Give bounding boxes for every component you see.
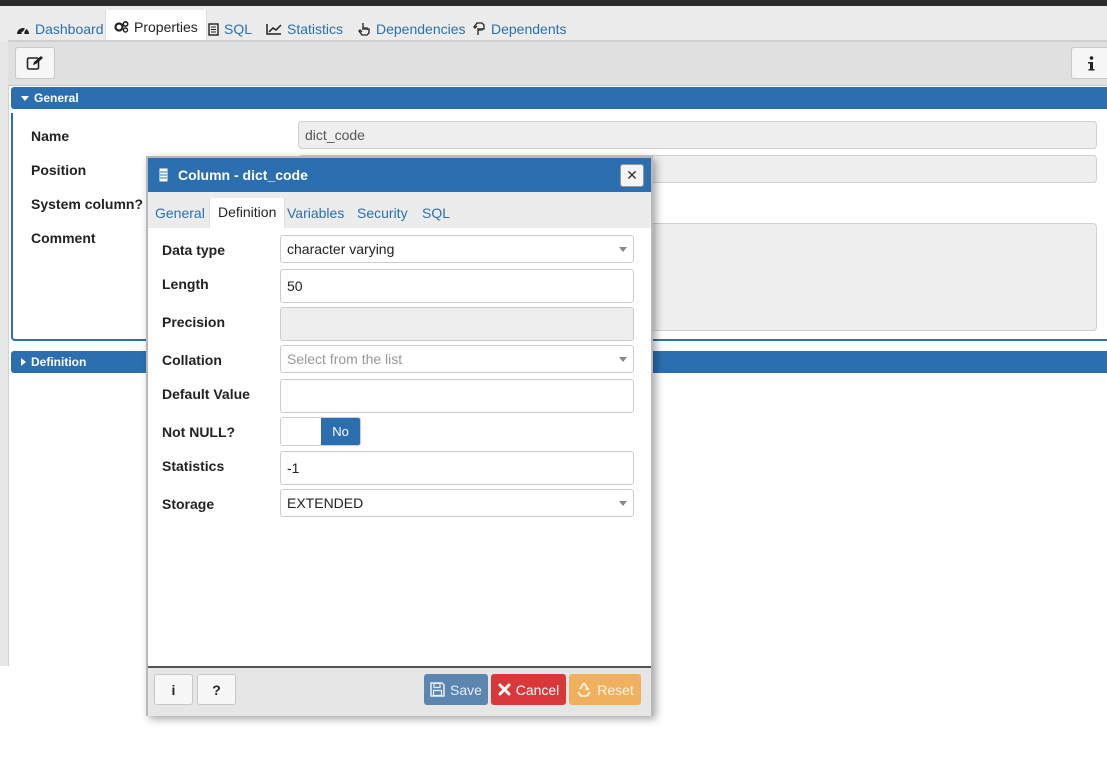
tab-label: Statistics (287, 21, 344, 37)
not-null-label: Not NULL? (162, 424, 236, 440)
column-dialog: Column - dict_code ✕ General Definition … (146, 156, 653, 716)
length-input[interactable]: 50 (280, 269, 634, 303)
hand-pointer-icon (473, 22, 485, 35)
cancel-label: Cancel (515, 681, 560, 698)
hand-pointer-icon (358, 23, 370, 36)
storage-select[interactable]: EXTENDED (280, 489, 634, 517)
edit-button[interactable] (15, 47, 55, 79)
save-label: Save (450, 681, 482, 698)
dialog-tab-bar: General Definition Variables Security SQ… (148, 192, 651, 228)
tab-label: Dependents (491, 21, 567, 37)
recycle-icon (577, 682, 591, 697)
toggle-off-side (281, 418, 321, 445)
x-icon (498, 683, 511, 696)
dialog-tab-security[interactable]: Security (357, 205, 408, 221)
dialog-footer: i ? Save Cancel Reset (148, 666, 651, 716)
section-title: General (34, 91, 79, 105)
chevron-down-icon (619, 247, 627, 252)
cancel-button[interactable]: Cancel (491, 674, 566, 705)
statistics-label: Statistics (162, 458, 225, 474)
dialog-tab-sql[interactable]: SQL (422, 205, 450, 221)
data-type-select[interactable]: character varying (280, 235, 634, 263)
precision-input[interactable] (280, 307, 634, 341)
cogs-icon (114, 20, 129, 33)
precision-label: Precision (162, 314, 226, 330)
tab-properties[interactable]: Properties (105, 10, 207, 43)
chevron-down-icon (619, 501, 627, 506)
toggle-state-label: No (321, 418, 360, 445)
dialog-tab-variables[interactable]: Variables (287, 205, 344, 221)
dialog-tab-general[interactable]: General (155, 205, 205, 221)
dialog-title: Column - dict_code (178, 167, 308, 183)
tab-label: Dashboard (35, 21, 104, 37)
tab-label: SQL (224, 21, 253, 37)
name-label: Name (31, 128, 70, 144)
name-field[interactable]: dict_code (298, 121, 1097, 149)
tab-dependencies[interactable]: Dependencies (358, 16, 466, 42)
collation-label: Collation (162, 352, 222, 368)
dialog-header[interactable]: Column - dict_code ✕ (148, 158, 651, 192)
dialog-tab-definition[interactable]: Definition (209, 198, 286, 228)
length-label: Length (162, 276, 209, 292)
position-label: Position (31, 162, 87, 178)
info-icon (1088, 55, 1095, 70)
dialog-help-button[interactable]: ? (197, 674, 236, 705)
tab-label: Dependencies (376, 21, 466, 37)
tab-sql[interactable]: SQL (208, 16, 252, 42)
edit-icon (26, 56, 43, 70)
properties-toolbar (8, 40, 1107, 86)
comment-label: Comment (31, 230, 96, 246)
reset-label: Reset (597, 681, 634, 698)
data-type-label: Data type (162, 242, 226, 258)
collation-placeholder: Select from the list (287, 351, 403, 367)
left-panel-edge (0, 41, 9, 666)
data-type-value: character varying (287, 241, 395, 257)
default-value-label: Default Value (162, 386, 250, 402)
column-icon (159, 168, 168, 182)
dialog-info-button[interactable]: i (154, 674, 193, 705)
tab-dependents[interactable]: Dependents (473, 16, 567, 42)
info-button[interactable] (1071, 47, 1107, 79)
dialog-close-button[interactable]: ✕ (620, 164, 644, 187)
tab-label: Properties (134, 18, 198, 35)
default-value-input[interactable] (280, 379, 634, 413)
close-icon: ✕ (626, 167, 638, 183)
reset-button[interactable]: Reset (569, 674, 641, 705)
chevron-down-icon (619, 357, 627, 362)
floppy-disk-icon (430, 682, 445, 697)
tab-bar: Dashboard Properties SQL Statistics Depe… (0, 6, 1107, 43)
caret-right-icon (21, 358, 26, 366)
tab-statistics[interactable]: Statistics (266, 16, 343, 42)
save-button[interactable]: Save (424, 674, 488, 705)
storage-value: EXTENDED (287, 495, 364, 511)
section-title: Definition (31, 355, 87, 369)
dashboard-icon (17, 27, 29, 35)
general-section-header[interactable]: General (11, 87, 1107, 109)
system-column-label: System column? (31, 196, 144, 212)
storage-label: Storage (162, 496, 215, 512)
not-null-toggle[interactable]: No (280, 417, 361, 446)
collation-select[interactable]: Select from the list (280, 345, 634, 373)
line-chart-icon (266, 24, 282, 35)
question-icon: ? (212, 681, 221, 698)
caret-down-icon (21, 95, 29, 101)
statistics-input[interactable]: -1 (280, 451, 634, 485)
document-icon (208, 22, 219, 36)
tab-dashboard[interactable]: Dashboard (16, 16, 104, 42)
info-icon: i (171, 681, 176, 698)
